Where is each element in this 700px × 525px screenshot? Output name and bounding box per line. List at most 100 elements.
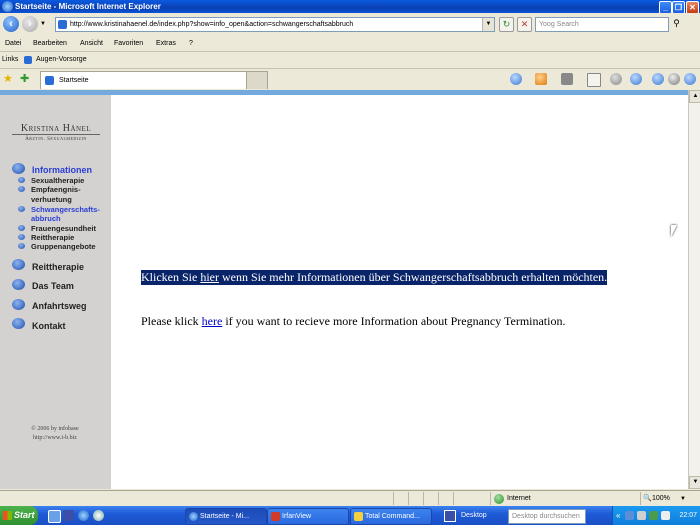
nav-bullet-icon [12,163,25,174]
ie-logo-icon [2,1,13,12]
forward-button[interactable]: › [22,16,38,32]
add-favorite-icon[interactable]: ✚ [20,72,29,85]
system-tray: « 22:07 [612,506,700,525]
tray-volume-icon[interactable] [661,511,670,520]
subnav-bullet-icon [18,234,25,240]
english-link-here[interactable]: here [202,314,223,328]
internet-zone-icon [494,494,504,504]
tab-bar: ★ ✚ Startseite [0,68,700,91]
scroll-up-icon[interactable]: ▲ [689,90,700,103]
copyright: © 2006 by infobase http://www.i-b.biz [5,425,105,443]
extra-icon[interactable] [684,73,696,85]
nav-bullet-icon [12,299,25,310]
print-icon[interactable] [561,73,573,85]
address-dropdown-icon[interactable]: ▼ [482,18,494,31]
research-icon[interactable] [652,73,664,85]
nav-reittherapie[interactable]: Reittherapie [32,262,84,272]
favorites-star-icon[interactable]: ★ [3,72,13,85]
page-menu-icon[interactable] [587,73,601,87]
tab-startseite[interactable]: Startseite [40,71,247,89]
nav-frauengesundheit[interactable]: Frauengesundheit [31,224,96,233]
nav-sexualtherapie[interactable]: Sexualtherapie [31,176,84,185]
menu-bar: Datei Bearbeiten Ansicht Favoriten Extra… [0,37,700,51]
nav-schwangerschaftsabbruch-line1[interactable]: Schwangerschafts- [31,205,100,214]
new-tab-button[interactable] [246,71,268,89]
nav-bullet-icon [12,318,25,329]
links-label: Links [2,56,19,63]
menu-favoriten[interactable]: Favoriten [114,37,143,51]
clock: 22:07 [679,512,697,519]
mouse-cursor-icon [671,225,677,237]
start-label: Start [14,510,35,520]
nav-schwangerschaftsabbruch-line2[interactable]: abbruch [31,214,61,223]
tray-security-icon[interactable] [649,511,658,520]
quicklaunch-media-icon[interactable] [93,510,104,521]
menu-ansicht[interactable]: Ansicht [80,37,103,51]
english-text-after: if you want to recieve more Information … [222,314,566,328]
desktop-search-input[interactable]: Desktop durchsuchen [508,509,586,524]
nav-gruppenangebote[interactable]: Gruppenangebote [31,242,96,251]
tray-app-icon[interactable] [637,511,646,520]
link-augen-vorsorge[interactable]: Augen-Vorsorge [36,52,87,67]
tray-expand-icon[interactable]: « [616,506,620,525]
totalcommander-icon [354,512,363,521]
links-bar: Links Augen-Vorsorge [0,51,700,67]
tools-gear-icon[interactable] [610,73,622,85]
german-text-after: wenn Sie mehr Informationen über Schwang… [218,270,608,284]
window-title: Startseite - Microsoft Internet Explorer [15,2,161,11]
taskbar-item-startseite[interactable]: Startseite - Mi... [185,508,267,525]
windows-flag-icon [3,511,12,520]
zoom-dropdown-icon[interactable]: ▼ [680,491,686,507]
english-text-before: Please klick [141,314,202,328]
quicklaunch-ie-icon[interactable] [78,510,89,521]
desktop-toolbar-label[interactable]: Desktop [461,506,487,525]
address-bar[interactable]: http://www.kristinahaenel.de/index.php?s… [55,17,495,32]
menu-extras[interactable]: Extras [156,37,176,51]
copyright-link[interactable]: http://www.i-b.biz [5,434,105,443]
scroll-down-icon[interactable]: ▼ [689,476,700,489]
logo-divider [12,134,100,135]
desktop-toolbar-icon[interactable] [444,510,456,522]
menu-datei[interactable]: Datei [5,37,21,51]
refresh-icon[interactable]: ↻ [499,17,514,32]
messenger-icon[interactable] [668,73,680,85]
logo-name[interactable]: Kristina Hänel [10,123,102,134]
nav-anfahrtsweg[interactable]: Anfahrtsweg [32,301,87,311]
tray-network-icon[interactable] [625,511,634,520]
nav-empfaengnis-line2[interactable]: verhuetung [31,195,72,204]
menu-help[interactable]: ? [189,37,193,51]
search-input[interactable]: Yoog Search [535,17,669,32]
zoom-icon[interactable]: 🔍 [643,491,652,507]
logo-subtitle: Ärztin. Sexualmedizin [25,137,87,142]
nav-informationen[interactable]: Informationen [32,165,92,175]
taskbar-item-irfanview[interactable]: IrfanView [267,508,349,525]
german-text-before: Klicken Sie [141,270,201,284]
stop-icon[interactable]: ✕ [517,17,532,32]
start-button[interactable]: Start [0,506,38,525]
back-button[interactable]: ‹ [3,16,19,32]
nav-empfaengnis-line1[interactable]: Empfaengnis- [31,185,81,194]
german-message: Klicken Sie hier wenn Sie mehr Informati… [141,270,608,285]
status-bar: Internet 🔍 100% ▼ [0,490,700,507]
quicklaunch-save-icon[interactable] [63,510,74,521]
help-icon[interactable] [630,73,642,85]
feeds-icon[interactable] [535,73,547,85]
nav-sub-reittherapie[interactable]: Reittherapie [31,233,74,242]
subnav-bullet-icon [18,177,25,183]
taskbar-item-totalcommander[interactable]: Total Command... [350,508,432,525]
subnav-bullet-icon [18,243,25,249]
search-icon[interactable]: ⚲ [669,17,684,30]
taskbar-item-label: Total Command... [365,513,420,520]
search-placeholder: Yoog Search [539,21,579,28]
home-icon[interactable] [510,73,522,85]
quicklaunch-desktop-icon[interactable] [48,510,61,523]
menu-bearbeiten[interactable]: Bearbeiten [33,37,67,51]
german-link-hier[interactable]: hier [200,270,219,284]
zoom-level[interactable]: 100% [652,491,670,507]
history-dropdown-icon[interactable]: ▼ [40,21,46,27]
vertical-scrollbar[interactable]: ▲ ▼ [688,90,700,489]
nav-kontakt[interactable]: Kontakt [32,321,66,331]
address-url[interactable]: http://www.kristinahaenel.de/index.php?s… [70,18,353,31]
nav-das-team[interactable]: Das Team [32,281,74,291]
nav-bullet-icon [12,259,25,270]
